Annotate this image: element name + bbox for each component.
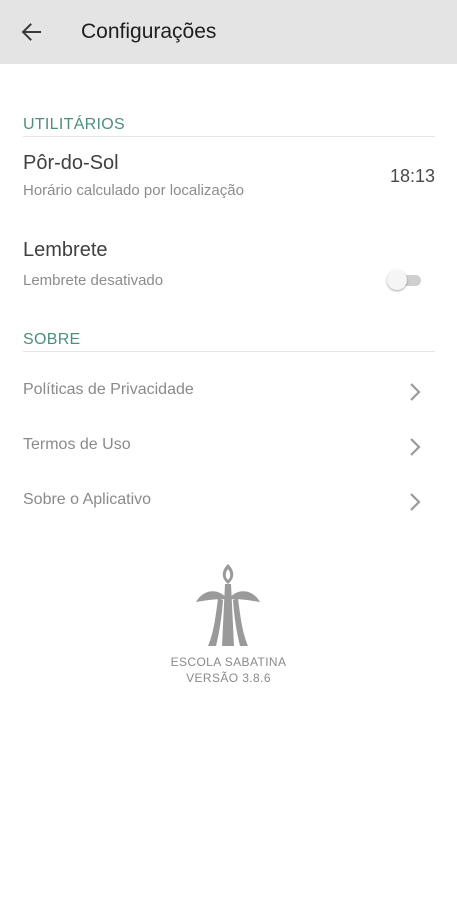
reminder-title: Lembrete bbox=[23, 239, 108, 261]
app-logo bbox=[196, 564, 260, 646]
reminder-toggle[interactable] bbox=[387, 269, 424, 291]
link-label: Sobre o Aplicativo bbox=[23, 491, 152, 508]
arrow-left-icon bbox=[21, 23, 41, 41]
app-version: VERSÃO 3.8.6 bbox=[186, 671, 271, 685]
chevron-right-icon bbox=[410, 493, 421, 511]
link-label: Termos de Uso bbox=[23, 436, 131, 453]
app-bar: Configurações bbox=[0, 0, 457, 64]
chevron-right-icon bbox=[410, 383, 421, 401]
toggle-thumb bbox=[387, 270, 407, 290]
chevron-right-icon bbox=[410, 438, 421, 456]
sunset-title: Pôr-do-Sol bbox=[23, 152, 119, 174]
app-name: ESCOLA SABATINA bbox=[170, 655, 287, 669]
back-button[interactable] bbox=[14, 16, 48, 48]
sunset-subtitle: Horário calculado por localização bbox=[23, 182, 244, 199]
section-header-utilities: UTILITÁRIOS bbox=[23, 116, 435, 137]
section-header-about: SOBRE bbox=[23, 331, 435, 352]
sunset-time: 18:13 bbox=[389, 166, 435, 186]
link-label: Políticas de Privacidade bbox=[23, 381, 194, 398]
terms-of-use-link[interactable]: Termos de Uso bbox=[0, 422, 457, 472]
about-app-link[interactable]: Sobre o Aplicativo bbox=[0, 477, 457, 527]
reminder-subtitle: Lembrete desativado bbox=[23, 272, 164, 289]
page-title: Configurações bbox=[81, 20, 217, 43]
privacy-policy-link[interactable]: Políticas de Privacidade bbox=[0, 367, 457, 417]
